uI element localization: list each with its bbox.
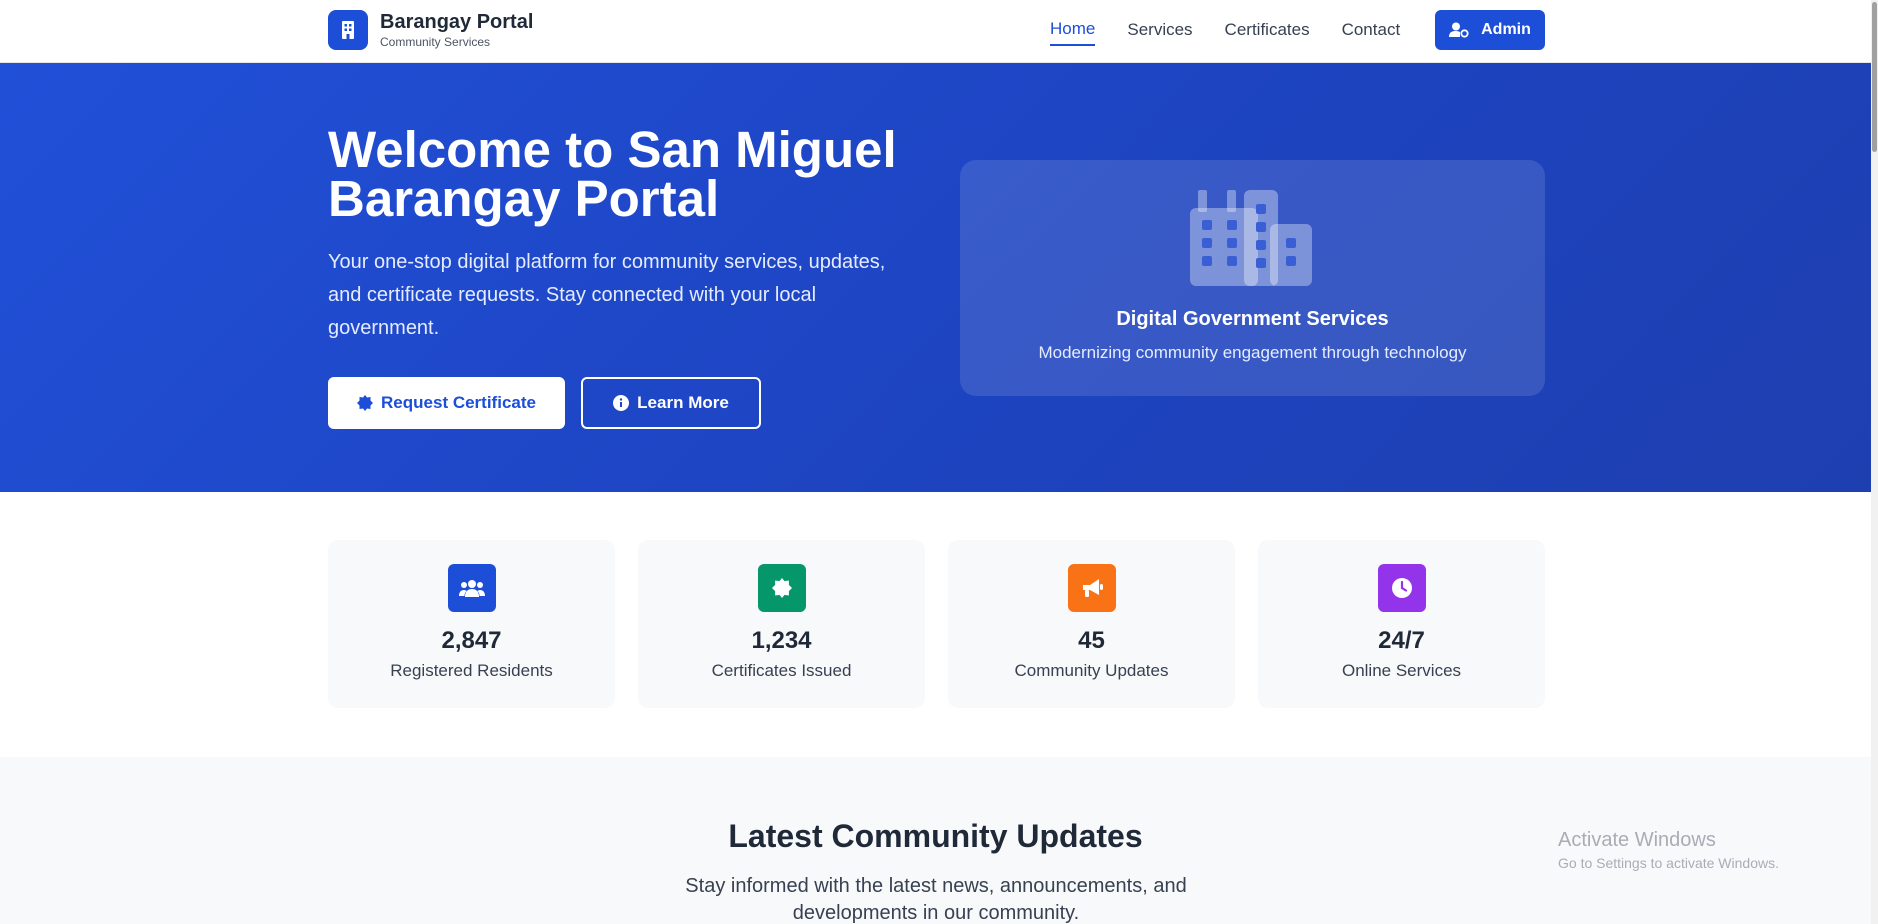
nav-certificates[interactable]: Certificates [1225,19,1310,45]
activate-windows-title: Activate Windows [1558,829,1716,851]
admin-label: Admin [1481,21,1531,38]
info-icon [613,395,630,411]
main-nav: Home Services Certificates Contact [1050,0,1432,63]
stat-card-residents: 2,847 Registered Residents [328,540,615,708]
user-cog-icon [1449,22,1469,38]
certificate-icon [758,564,806,612]
activate-windows-subtitle: Go to Settings to activate Windows. [1558,855,1779,871]
hero-card-subtitle: Modernizing community engagement through… [1038,343,1467,362]
page-scrollbar[interactable] [1871,0,1878,924]
stat-value: 45 [1078,627,1105,654]
request-certificate-button[interactable]: Request Certificate [328,377,565,429]
site-header: Barangay Portal Community Services Home … [0,0,1871,63]
hero-title: Welcome to San Miguel Barangay Portal [328,121,897,227]
scrollbar-thumb[interactable] [1872,2,1877,152]
stat-label: Community Updates [1014,661,1169,680]
stat-label: Online Services [1341,661,1462,680]
admin-button[interactable]: Admin [1435,10,1545,50]
brand-subtitle: Community Services [380,35,491,49]
stat-label: Certificates Issued [711,661,852,680]
stat-card-certificates: 1,234 Certificates Issued [638,540,925,708]
learn-more-button[interactable]: Learn More [581,377,761,429]
city-buildings-icon [1190,190,1312,291]
learn-more-label: Learn More [637,393,729,412]
stat-label: Registered Residents [390,661,553,680]
megaphone-icon [1068,564,1116,612]
clock-icon [1378,564,1426,612]
stat-value: 1,234 [751,627,812,654]
certificate-icon [357,395,374,411]
hero-feature-card: Digital Government Services Modernizing … [960,160,1545,396]
stat-value: 24/7 [1378,627,1425,654]
hero-card-title: Digital Government Services [1116,308,1389,330]
hero-section: Welcome to San Miguel Barangay Portal Yo… [0,63,1871,492]
building-icon [328,10,368,50]
hero-description: Your one-stop digital platform for commu… [328,251,886,339]
brand[interactable]: Barangay Portal Community Services [328,10,533,50]
updates-subtitle: Stay informed with the latest news, anno… [685,875,1187,924]
nav-services[interactable]: Services [1127,19,1192,45]
stat-value: 2,847 [441,627,502,654]
users-icon [448,564,496,612]
stats-section: 2,847 Registered Residents 1,234 Certifi… [0,492,1871,757]
nav-home[interactable]: Home [1050,18,1096,46]
nav-contact[interactable]: Contact [1342,19,1401,45]
stat-card-online: 24/7 Online Services [1258,540,1545,708]
request-certificate-label: Request Certificate [381,393,536,412]
stat-card-updates: 45 Community Updates [948,540,1235,708]
brand-title: Barangay Portal [380,11,534,33]
